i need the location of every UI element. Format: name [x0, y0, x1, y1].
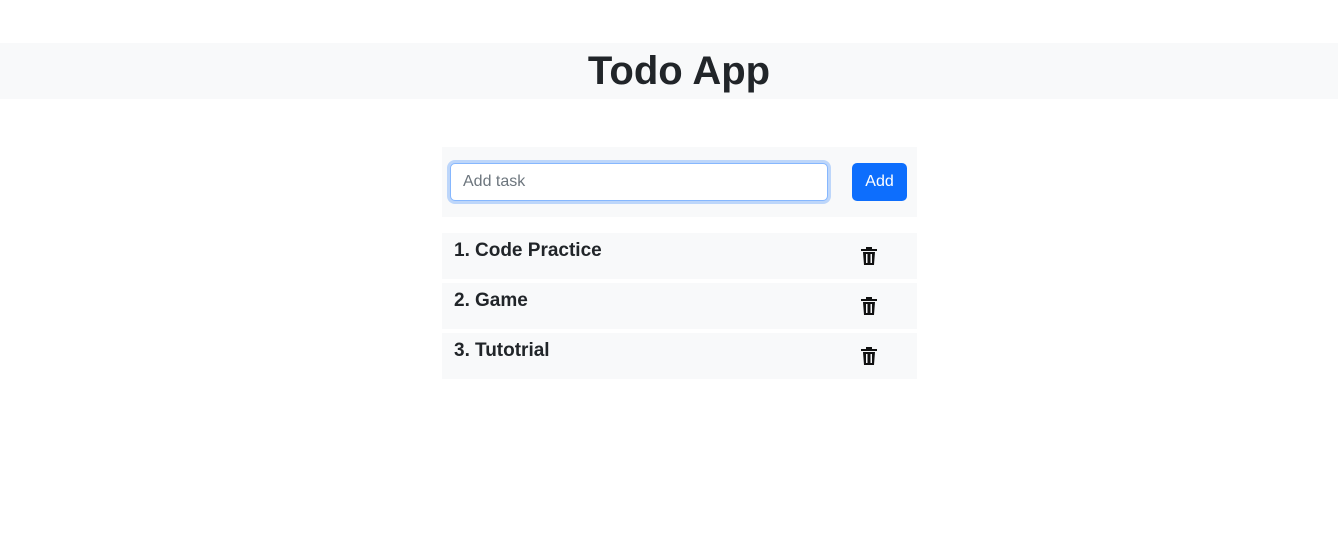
task-item: 1. Code Practice [442, 233, 917, 279]
task-number: 1. [454, 240, 470, 261]
task-number: 2. [454, 290, 470, 311]
app-header: Todo App [0, 43, 1338, 99]
delete-task-button[interactable] [858, 295, 880, 317]
task-input[interactable] [450, 163, 828, 201]
todo-container: Add 1. Code Practice 2. Game [442, 147, 917, 383]
delete-task-button[interactable] [858, 245, 880, 267]
task-text: Code Practice [475, 240, 602, 261]
trash-icon [861, 347, 877, 365]
task-number: 3. [454, 340, 470, 361]
task-text: Game [475, 290, 528, 311]
task-text: Tutotrial [475, 340, 550, 361]
trash-icon [861, 247, 877, 265]
add-task-form: Add [442, 147, 917, 217]
delete-task-button[interactable] [858, 345, 880, 367]
page-title: Todo App [587, 49, 771, 93]
task-item: 2. Game [442, 283, 917, 329]
add-button[interactable]: Add [852, 163, 907, 201]
trash-icon [861, 297, 877, 315]
task-item: 3. Tutotrial [442, 333, 917, 379]
task-list: 1. Code Practice 2. Game 3. Tutotrial [442, 233, 917, 379]
